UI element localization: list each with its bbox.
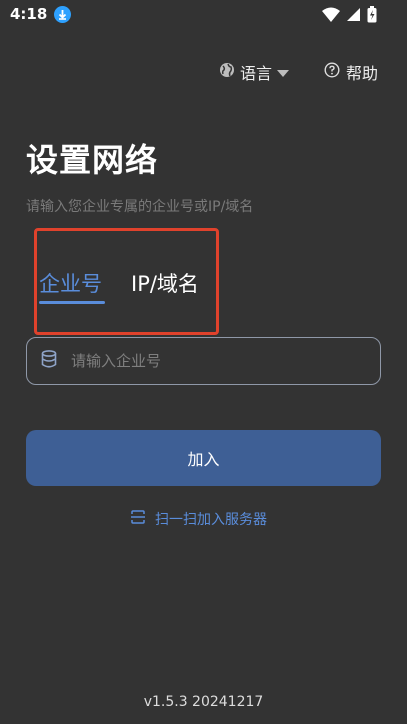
download-badge-icon [54,5,72,23]
app-version: v1.5.3 20241217 [143,694,264,710]
battery-icon [367,6,377,27]
database-icon [41,350,57,372]
help-button[interactable]: 帮助 [324,60,378,84]
active-tab-indicator [39,301,105,304]
status-time: 4:18 [10,5,48,23]
help-circle-icon [324,62,340,82]
help-label: 帮助 [346,64,379,83]
page-title: 设置网络 [26,141,159,179]
language-label: 语言 [240,64,273,83]
signal-icon [346,7,361,26]
enterprise-number-input[interactable] [71,352,341,370]
join-button[interactable]: 加入 [26,430,381,486]
globe-icon [219,62,235,82]
enterprise-number-field[interactable] [26,337,381,385]
scan-to-join-link[interactable]: 扫一扫加入服务器 [130,508,267,530]
scan-icon [130,509,146,529]
caret-down-icon [277,63,290,82]
status-bar: 4:18 [0,0,407,28]
page-subtitle: 请输入您企业专属的企业号或IP/域名 [26,199,254,215]
language-selector[interactable]: 语言 [219,60,290,84]
scan-to-join-label: 扫一扫加入服务器 [155,512,267,528]
status-icons [322,6,377,27]
wifi-icon [322,7,340,27]
tab-enterprise-number[interactable]: 企业号 [39,268,102,298]
tab-ip-domain[interactable]: IP/域名 [131,268,199,298]
